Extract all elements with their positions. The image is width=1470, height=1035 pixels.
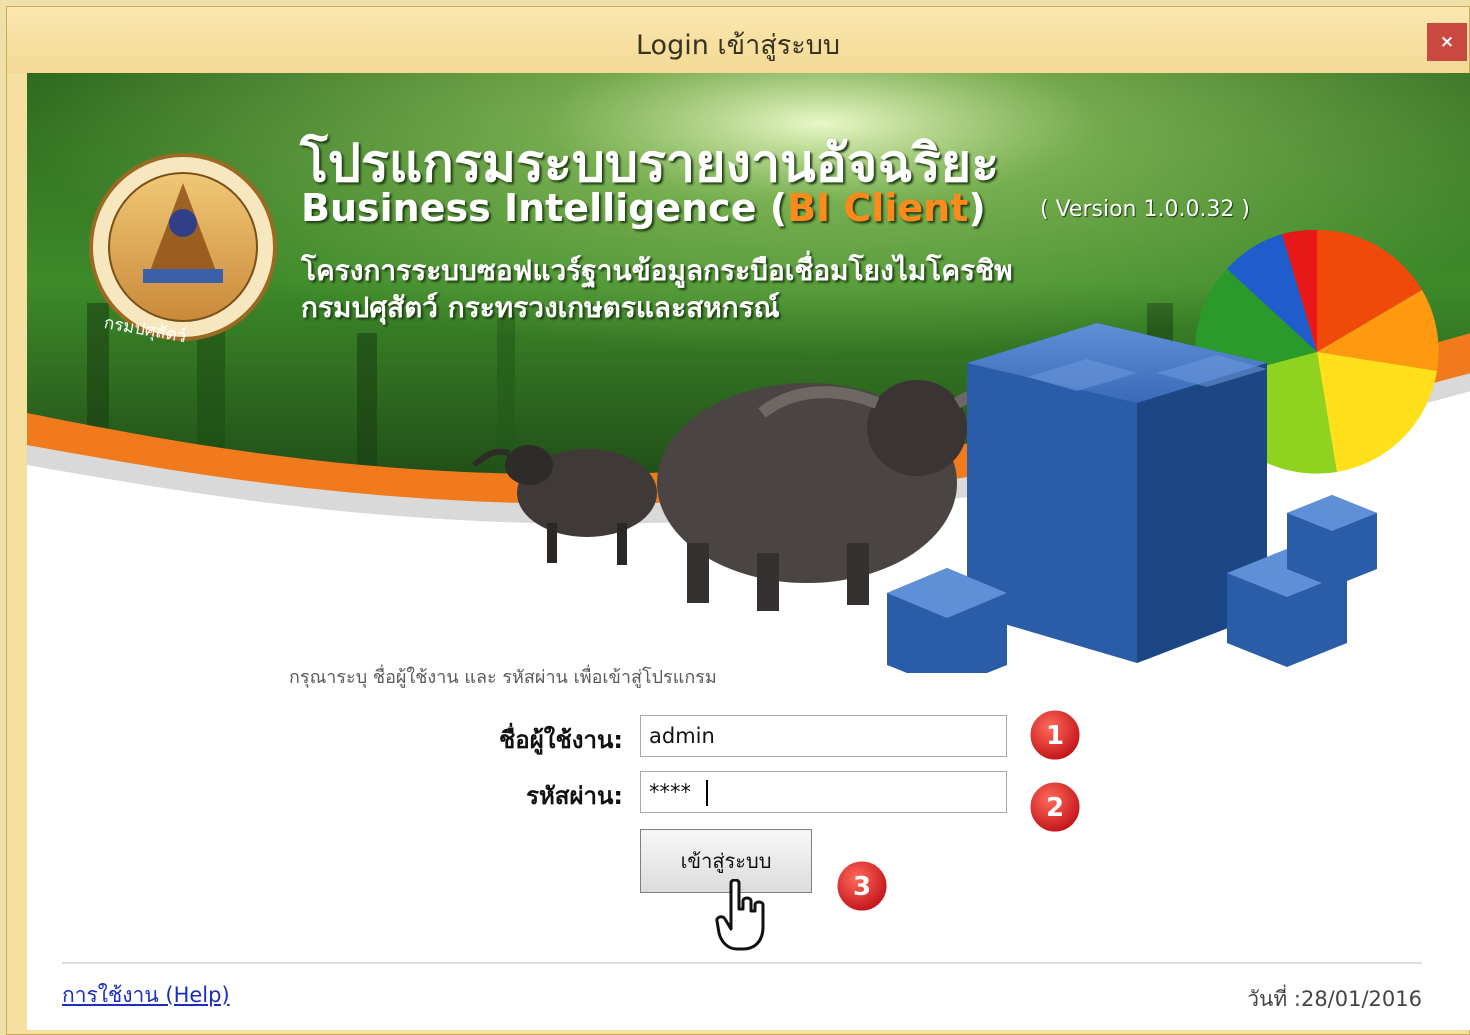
title-english-highlight: BI Client	[787, 186, 969, 230]
login-instruction: กรุณาระบุ ชื่อผู้ใช้งาน และ รหัสผ่าน เพื…	[289, 667, 717, 688]
title-english-prefix: Business Intelligence (	[301, 186, 788, 230]
step-2-badge: 2	[1027, 779, 1083, 835]
footer-divider	[62, 962, 1422, 964]
text-caret	[706, 780, 708, 806]
login-window: Login เข้าสู่ระบบ × กรมปศุสัตว์ โปรแกรมร…	[6, 6, 1470, 1035]
project-line-2: กรมปศุสัตว์ กระทรวงเกษตรและสหกรณ์	[301, 291, 780, 324]
banner-title-english: Business Intelligence (BI Client)	[301, 186, 986, 230]
username-input[interactable]	[640, 715, 1007, 757]
client-area: กรมปศุสัตว์ โปรแกรมระบบรายงานอัจฉริยะ Bu…	[27, 73, 1470, 1030]
password-input[interactable]	[640, 771, 1007, 813]
username-label: ชื่อผู้ใช้งาน:	[499, 726, 623, 754]
window-title: Login เข้าสู่ระบบ	[635, 30, 841, 61]
date-value: 28/01/2016	[1300, 987, 1422, 1011]
hand-pointer-icon	[715, 879, 765, 951]
date-display: วันที่ :28/01/2016	[1247, 983, 1422, 1016]
password-label: รหัสผ่าน:	[526, 782, 623, 810]
title-bar[interactable]: Login เข้าสู่ระบบ ×	[7, 7, 1469, 73]
help-link[interactable]: การใช้งาน (Help)	[62, 979, 230, 1012]
version-label: ( Version 1.0.0.32 )	[1040, 197, 1251, 222]
title-english-suffix: )	[968, 186, 986, 230]
logo-seal	[89, 153, 277, 341]
step-3-number: 3	[853, 872, 871, 902]
header-banner: กรมปศุสัตว์ โปรแกรมระบบรายงานอัจฉริยะ Bu…	[27, 73, 1470, 673]
date-label: วันที่ :	[1247, 987, 1301, 1011]
step-3-badge: 3	[834, 858, 890, 914]
step-1-number: 1	[1046, 721, 1064, 751]
close-button[interactable]: ×	[1427, 23, 1467, 61]
step-1-badge: 1	[1027, 707, 1083, 763]
step-2-number: 2	[1046, 793, 1064, 823]
